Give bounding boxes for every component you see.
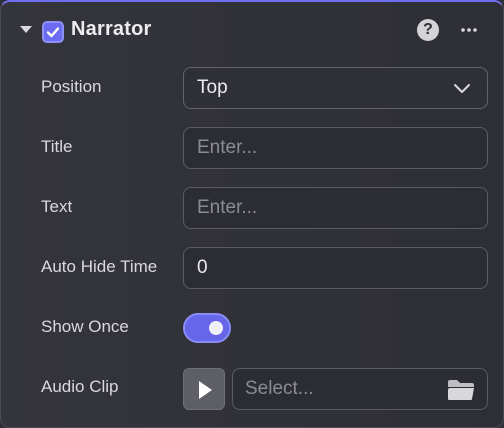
checkmark-icon — [46, 27, 60, 38]
chevron-down-icon — [454, 84, 470, 93]
show-once-label: Show Once — [41, 317, 129, 336]
audio-clip-selector[interactable]: Select... — [232, 368, 488, 410]
position-label: Position — [41, 77, 102, 96]
text-input[interactable]: Enter... — [183, 187, 488, 229]
position-value: Top — [197, 77, 228, 98]
play-icon — [199, 381, 212, 399]
title-input[interactable]: Enter... — [183, 127, 488, 169]
component-title: Narrator — [71, 18, 152, 40]
text-input-placeholder: Enter... — [197, 197, 258, 218]
auto-hide-time-value: 0 — [197, 257, 208, 278]
folder-icon[interactable] — [447, 379, 475, 401]
audio-clip-placeholder: Select... — [245, 378, 314, 399]
text-label: Text — [41, 197, 73, 216]
title-label: Title — [41, 137, 73, 156]
toggle-knob — [209, 321, 223, 335]
audio-clip-label: Audio Clip — [41, 377, 119, 396]
more-options-icon[interactable] — [458, 19, 480, 41]
component-header: Narrator ? — [1, 2, 503, 60]
narrator-component-panel: Narrator ? Position Top Title Enter... T… — [0, 0, 504, 428]
play-audio-button[interactable] — [183, 368, 225, 410]
position-dropdown[interactable]: Top — [183, 67, 488, 109]
auto-hide-time-input[interactable]: 0 — [183, 247, 488, 289]
title-input-placeholder: Enter... — [197, 137, 258, 158]
show-once-toggle[interactable] — [183, 313, 231, 343]
auto-hide-time-label: Auto Hide Time — [41, 257, 158, 276]
help-icon[interactable]: ? — [417, 19, 439, 41]
enable-checkbox[interactable] — [42, 21, 64, 43]
collapse-arrow-icon[interactable] — [20, 26, 32, 33]
